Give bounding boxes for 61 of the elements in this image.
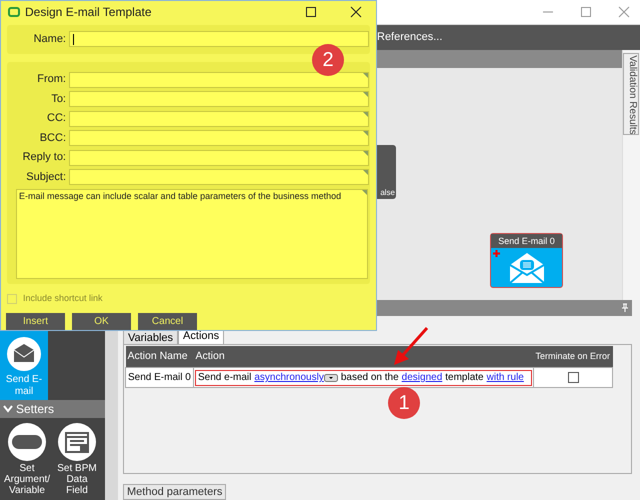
- chevron-icon: [3, 405, 13, 413]
- envelope-icon: [508, 250, 546, 284]
- field-label: To:: [50, 92, 67, 107]
- action-text: based on the: [340, 371, 399, 386]
- arrow-drawing: [392, 326, 430, 366]
- rounded-label-icon: [7, 422, 47, 462]
- message-text: E-mail message can include scalar and table parameters of the business method: [19, 191, 342, 202]
- corner-icon: [363, 170, 368, 176]
- envelope-icon: [6, 336, 42, 372]
- plus-icon: [493, 250, 500, 257]
- link[interactable]: with rule: [486, 370, 524, 386]
- section-header[interactable]: Setters: [0, 400, 105, 418]
- text-cursor-icon: [73, 34, 74, 45]
- flow-node[interactable]: alse: [376, 145, 396, 199]
- palette-item[interactable]: Set Argument/ Variable: [5, 422, 49, 496]
- corner-icon: [363, 131, 368, 136]
- name-field[interactable]: [69, 31, 369, 48]
- input-field[interactable]: [69, 169, 369, 186]
- field-label: From:: [36, 72, 67, 88]
- message-field[interactable]: E-mail message can include scalar and table parameters of the business method: [16, 189, 368, 280]
- palette-item[interactable]: Set BPM Data Field: [55, 422, 99, 496]
- column-header: Action Name: [128, 350, 188, 362]
- input-field[interactable]: [69, 91, 369, 108]
- corner-icon: [363, 72, 368, 78]
- tab[interactable]: Method parameters: [123, 484, 226, 500]
- dialog-button[interactable]: Insert: [6, 313, 65, 330]
- node-label: alse: [380, 189, 395, 197]
- field-label: Reply to:: [22, 150, 67, 166]
- pin-icon[interactable]: [622, 303, 628, 312]
- column-header: Terminate on Error: [536, 351, 610, 362]
- input-field[interactable]: [69, 150, 369, 166]
- node-title: Send E-mail 0: [491, 234, 562, 248]
- close-icon[interactable]: [350, 6, 362, 18]
- maximize-icon[interactable]: [305, 6, 317, 18]
- references-button[interactable]: References...: [377, 29, 442, 46]
- field-label: Name:: [32, 32, 67, 48]
- input-field[interactable]: [69, 72, 369, 88]
- corner-icon: [362, 190, 367, 196]
- action-text: template: [445, 371, 484, 386]
- field-label: Subject:: [25, 170, 67, 185]
- dialog-button[interactable]: OK: [72, 313, 131, 330]
- field-label: BCC:: [38, 130, 67, 146]
- corner-icon: [363, 92, 368, 98]
- window-icon: [8, 6, 20, 17]
- dialog-button[interactable]: Cancel: [138, 313, 197, 330]
- input-field[interactable]: [69, 130, 369, 146]
- dropdown-icon[interactable]: [324, 374, 338, 382]
- field-label: CC:: [46, 111, 67, 126]
- link[interactable]: designed: [402, 370, 442, 386]
- link[interactable]: asynchronously: [254, 370, 324, 386]
- input-field[interactable]: [69, 110, 369, 127]
- checkbox[interactable]: [568, 372, 578, 383]
- table-cell: Send E-mail 0: [126, 368, 194, 388]
- action-text: Send e-mail: [198, 371, 252, 386]
- action-sentence[interactable]: Send e-mail asynchronously based on the designed template with rule: [195, 370, 532, 386]
- window-title: Design E-mail Template: [25, 4, 152, 21]
- email-node[interactable]: Send E-mail 0: [490, 233, 563, 288]
- corner-icon: [363, 150, 368, 156]
- corner-icon: [363, 112, 368, 117]
- column-header: Action: [196, 350, 225, 362]
- validation-results-tab[interactable]: Validation Results: [623, 53, 639, 135]
